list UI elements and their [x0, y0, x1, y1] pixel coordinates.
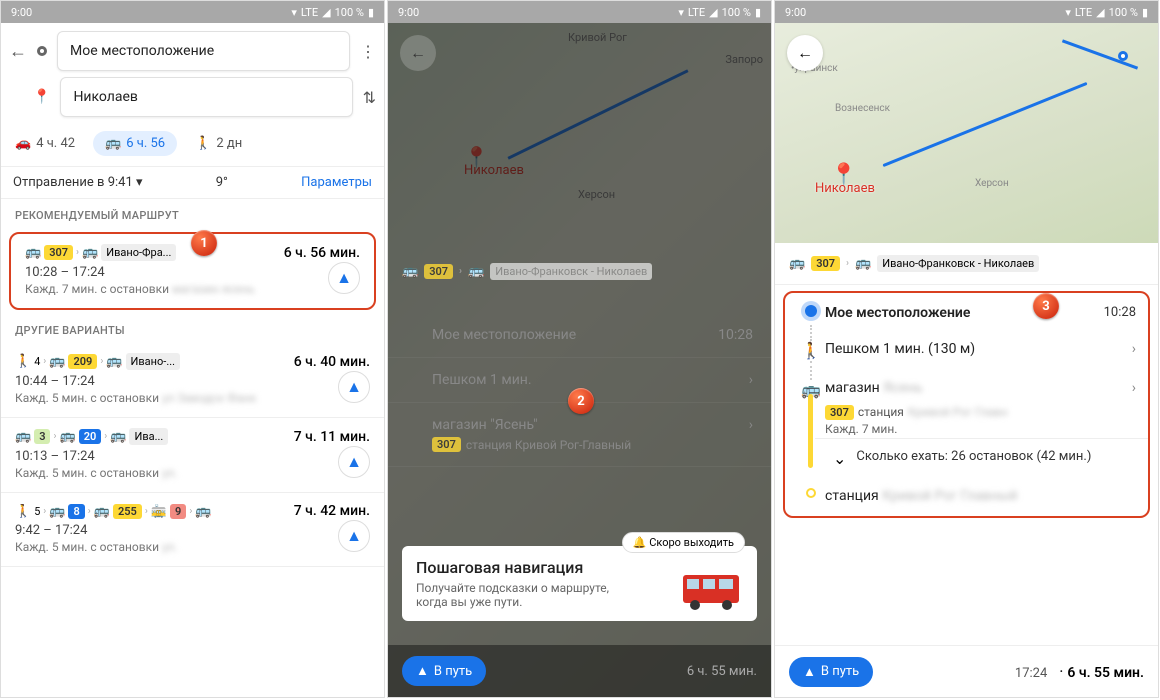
mode-car[interactable]: 🚗4 ч. 42	[15, 136, 75, 151]
total-duration: 6 ч. 55 мин.	[687, 664, 757, 679]
line-badge-307: 307	[44, 245, 73, 260]
total-duration: 6 ч. 55 мин.	[1067, 665, 1144, 681]
bus-icon: 🚌	[25, 245, 41, 260]
back-button[interactable]: ←	[787, 35, 823, 71]
origin-dot-icon	[805, 305, 817, 317]
walk-icon: 🚶	[801, 341, 821, 360]
recommended-header: РЕКОМЕНДУЕМЫЙ МАРШРУТ	[1, 199, 384, 228]
start-nav-button[interactable]: ▲	[338, 371, 370, 403]
annotation-marker-2: 2	[568, 388, 594, 414]
annotation-marker-3: 3	[1033, 293, 1059, 319]
bus-icon: 🚌	[49, 354, 65, 369]
arrival-time: 17:24	[1015, 666, 1047, 681]
start-route-button[interactable]: ▲В путь	[402, 656, 486, 686]
stop-dot-icon	[806, 488, 816, 498]
back-button[interactable]: ←	[400, 35, 436, 71]
battery-icon: ▮	[368, 6, 374, 19]
step-ride-expandable[interactable]: ⌄ Сколько ехать: 26 остановок (42 мин.)	[815, 438, 1148, 478]
other-header: ДРУГИЕ ВАРИАНТЫ	[1, 314, 384, 343]
bell-icon: 🔔	[633, 536, 647, 549]
wifi-icon: ▾	[291, 6, 297, 19]
battery-label: 100 %	[335, 6, 364, 19]
nav-arrow-icon: ▲	[416, 663, 429, 679]
temperature: 9°	[216, 175, 228, 190]
step-origin: Мое местоположение10:28	[388, 313, 771, 358]
status-bar: 9:00 ▾ LTE ◢ 100 % ▮	[1, 1, 384, 23]
back-button[interactable]: ←	[9, 41, 27, 62]
signal-icon: ◢	[322, 6, 330, 19]
chevron-down-icon: ⌄	[833, 449, 846, 468]
params-link[interactable]: Параметры	[301, 175, 372, 190]
bus-icon: 🚌	[789, 256, 805, 271]
lte-label: LTE	[301, 6, 318, 19]
status-bar: 9:00 ▾LTE◢100 %▮	[775, 1, 1158, 23]
route-summary-row: 🚌307 ›🚌 Ивано-Франковск - Николаев	[775, 243, 1158, 285]
step-origin[interactable]: Мое местоположение 10:28	[785, 295, 1148, 331]
chevron-right-icon: ›	[1132, 380, 1136, 396]
depart-time-button[interactable]: Отправление в 9:41 ▾	[13, 175, 143, 190]
walk-icon: 🚶	[15, 354, 31, 369]
step-arrive-station[interactable]: станция Кривой Рог Главный	[785, 478, 1148, 514]
start-nav-button[interactable]: ▲	[338, 520, 370, 552]
bus-icon: 🚌	[82, 245, 98, 260]
annotation-marker-1: 1	[191, 230, 217, 256]
screen-1-routes-list: 9:00 ▾ LTE ◢ 100 % ▮ ← Мое местоположени…	[0, 0, 385, 698]
start-nav-button[interactable]: ▲	[328, 262, 360, 294]
start-route-button[interactable]: ▲В путь	[789, 657, 873, 687]
destination-pin-icon: 📍	[33, 89, 50, 105]
swap-button[interactable]: ⇅	[363, 88, 376, 107]
from-input[interactable]: Мое местоположение	[57, 31, 350, 71]
route-shield: Ивано-Фра...	[101, 244, 176, 261]
bus-icon: 🚌	[855, 256, 871, 271]
route-steps-detail: Мое местоположение 10:28 🚶 Пешком 1 мин.…	[783, 291, 1150, 518]
walk-icon: 🚶	[195, 136, 211, 151]
line-badge-209: 209	[68, 354, 97, 369]
tooltip-subtitle: Получайте подсказки о маршруте, когда вы…	[416, 581, 616, 609]
to-input[interactable]: Николаев	[60, 77, 352, 117]
bus-icon: 🚌	[110, 429, 126, 444]
walk-icon: 🚶	[15, 504, 31, 519]
alt-route-3[interactable]: 🚶5 ›🚌8 ›🚌255 ›🚋9 ›🚌 7 ч. 42 мин. 9:42 – …	[1, 493, 384, 567]
mode-walk[interactable]: 🚶2 дн	[195, 136, 242, 151]
alt-route-2[interactable]: 🚌3 ›🚌20 ›🚌Ива... 7 ч. 11 мин. 10:13 – 17…	[1, 418, 384, 493]
screen-2-nav-tooltip: 9:00 ▾LTE◢100 %▮ Кривой Рог Запоро Никол…	[387, 0, 772, 698]
bus-icon: 🚌	[105, 136, 121, 151]
bus-icon: 🚌	[15, 429, 31, 444]
map-view[interactable]: 📍 Николаев Херсон Вознесенск •украинск	[775, 23, 1158, 243]
bus-illustration-icon	[677, 563, 747, 613]
start-nav-button[interactable]: ▲	[338, 446, 370, 478]
route-duration: 6 ч. 56 мин.	[284, 245, 360, 261]
screen-3-route-details: 9:00 ▾LTE◢100 %▮ 📍 Николаев Херсон Возне…	[774, 0, 1159, 698]
step-walk[interactable]: 🚶 Пешком 1 мин. (130 м) ›	[785, 331, 1148, 370]
status-time: 9:00	[11, 6, 32, 19]
step-board-bus[interactable]: 🚌 магазин Ясень 307 станция Кривой Рог Г…	[785, 370, 1148, 438]
menu-dots-icon[interactable]: ⋮	[360, 42, 376, 61]
status-bar: 9:00 ▾LTE◢100 %▮	[388, 1, 771, 23]
route-frequency: Кажд. 7 мин. с остановки магазин ясень	[25, 282, 360, 296]
alt-route-1[interactable]: 🚶4 ›🚌 209 ›🚌 Ивано-... 6 ч. 40 мин. 10:4…	[1, 343, 384, 418]
nav-tooltip[interactable]: 🔔Скоро выходить Пошаговая навигация Полу…	[402, 546, 757, 621]
bus-icon: 🚌	[60, 429, 76, 444]
soon-leave-pill: 🔔Скоро выходить	[622, 532, 745, 553]
route-times: 10:28 – 17:24	[25, 265, 360, 280]
chevron-right-icon: ›	[1132, 341, 1136, 357]
origin-dot-icon	[37, 46, 47, 56]
chevron-right-icon: ›	[76, 247, 79, 258]
car-icon: 🚗	[15, 136, 31, 151]
map-city-label: Николаев	[815, 181, 875, 196]
mode-transit[interactable]: 🚌6 ч. 56	[93, 131, 177, 156]
route-duration: 6 ч. 40 мин.	[294, 354, 370, 370]
bus-icon: 🚌	[106, 354, 122, 369]
route-summary-row: 🚌307 ›🚌 Ивано-Франковск - Николаев	[388, 263, 771, 280]
nav-arrow-icon: ▲	[803, 664, 816, 680]
